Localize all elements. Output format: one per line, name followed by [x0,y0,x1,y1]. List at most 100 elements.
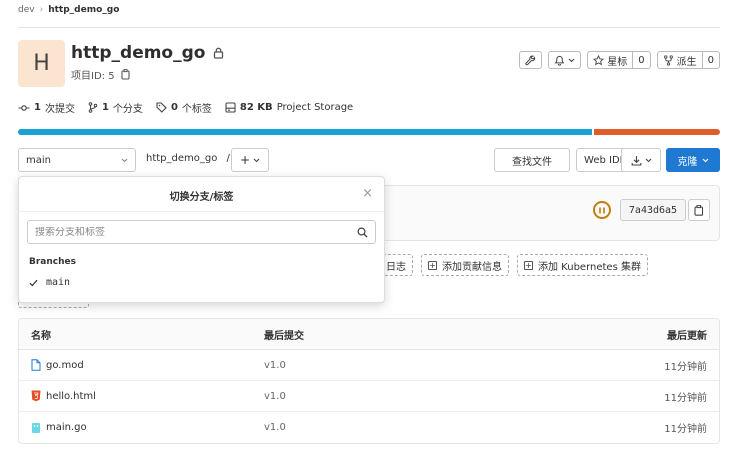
column-last-commit: 最后提交 [264,330,304,342]
lock-icon [214,47,224,59]
wrench-icon [525,54,536,65]
file-last-commit[interactable]: v1.0 [264,360,286,371]
project-id-label: 项目ID: 5 [71,71,115,82]
clone-button[interactable]: 克隆 [666,148,720,172]
add-changelog-label: 日志 [386,261,406,273]
branch-selector[interactable]: main [18,148,136,172]
storage-icon [225,102,236,113]
add-kubernetes-cluster-button[interactable]: + 添加 Kubernetes 集群 [517,254,648,276]
plus-square-icon: + [524,260,533,270]
project-stats: 1 次提交 1 个分支 0 个标签 82 KB Project Storage [18,100,353,115]
copy-sha-button[interactable] [688,199,710,221]
project-name: http_demo_go [71,43,206,63]
add-kubernetes-cluster-label: 添加 Kubernetes 集群 [538,261,641,273]
find-file-label: 查找文件 [512,156,552,168]
tags-count: 0 [170,102,178,113]
path-separator: / [226,153,230,164]
file-last-update: 11分钟前 [664,361,707,373]
download-icon [631,155,641,166]
breadcrumb-group[interactable]: dev [18,5,35,15]
storage-label: Project Storage [276,102,354,113]
pipeline-status-icon[interactable] [593,201,611,219]
branches-label: 个分支 [112,104,143,115]
chevron-down-icon [121,158,128,162]
file-last-update: 11分钟前 [664,424,707,435]
file-icon [31,359,41,371]
breadcrumb-project[interactable]: http_demo_go [48,5,119,15]
dropdown-title: 切换分支/标签 [169,192,234,203]
branch-search-input[interactable] [35,226,335,238]
star-count[interactable]: 0 [632,52,649,68]
project-actions: 星标 0 派生 0 [519,51,720,69]
download-button[interactable] [621,148,661,172]
storage-size: 82 KB [239,102,273,113]
file-name[interactable]: hello.html [46,391,96,402]
star-button[interactable]: 星标 0 [587,51,651,69]
file-name-cell[interactable]: main.go [31,422,87,434]
storage-stat[interactable]: 82 KB Project Storage [225,100,353,115]
repository-toolbar: main http_demo_go / + 查找文件 Web IDE 克隆 [18,148,720,172]
file-last-commit[interactable]: v1.0 [264,391,286,402]
file-name[interactable]: go.mod [46,360,84,371]
chevron-down-icon [253,158,260,162]
breadcrumb: dev › http_demo_go [18,5,119,15]
web-ide-label: Web IDE [584,154,626,166]
project-title: http_demo_go [71,43,224,63]
branch-icon [88,102,98,113]
repository-path: http_demo_go / [146,153,230,164]
dropdown-branch-item[interactable]: main [29,277,70,288]
project-avatar[interactable]: H [18,40,65,87]
chevron-right-icon: › [39,5,44,15]
chevron-down-icon [645,158,651,162]
notifications-button[interactable] [548,51,582,69]
close-icon[interactable]: × [362,186,373,201]
dropdown-branch-label: main [46,277,71,288]
tags-label: 个标签 [181,104,212,115]
table-row[interactable]: hello.html v1.0 11分钟前 [19,381,719,412]
language-segment-html[interactable] [594,129,720,135]
plus-icon: + [239,153,251,167]
fork-button[interactable]: 派生 0 [656,51,720,69]
table-row[interactable]: go.mod v1.0 11分钟前 [19,350,719,381]
branches-count: 1 [101,102,109,113]
html5-icon [31,390,41,402]
commits-label: 次提交 [44,104,75,115]
branch-search-field[interactable] [27,220,376,244]
search-icon [357,226,368,237]
chevron-down-icon [702,158,708,162]
fork-label: 派生 [676,56,697,68]
copy-icon[interactable] [121,69,130,80]
find-file-button[interactable]: 查找文件 [494,148,570,172]
file-name[interactable]: main.go [46,422,87,433]
table-row[interactable]: main.go v1.0 11分钟前 [19,412,719,443]
commit-icon [18,104,30,111]
branches-stat[interactable]: 1 个分支 [88,100,143,115]
commits-stat[interactable]: 1 次提交 [18,100,75,115]
star-label: 星标 [607,56,628,68]
plus-square-icon: + [428,260,437,270]
file-name-cell[interactable]: go.mod [31,359,84,371]
commit-sha[interactable]: 7a43d6a5 [620,199,686,221]
repository-path-root[interactable]: http_demo_go [146,153,217,164]
clone-label: 克隆 [677,156,698,168]
settings-button[interactable] [519,51,543,69]
add-contributing-button[interactable]: + 添加贡献信息 [421,254,509,276]
copy-icon [694,204,704,216]
repository-languages-bar [18,129,720,135]
file-last-commit[interactable]: v1.0 [264,422,286,433]
language-segment-go[interactable] [18,129,592,135]
pause-icon [599,207,605,213]
bell-icon [554,55,565,66]
file-table-header: 名称 最后提交 最后更新 [19,319,719,350]
project-id: 项目ID: 5 [71,67,130,82]
file-name-cell[interactable]: hello.html [31,390,96,402]
column-name: 名称 [31,330,51,342]
tags-stat[interactable]: 0 个标签 [156,100,212,115]
divider [19,211,384,212]
add-contributing-label: 添加贡献信息 [442,261,502,273]
branches-section-header: Branches [29,257,76,267]
branch-switcher-dropdown: 切换分支/标签 × Branches main [18,176,385,303]
go-file-icon [32,422,40,433]
fork-count[interactable]: 0 [701,52,719,68]
add-to-tree-button[interactable]: + [231,148,269,172]
